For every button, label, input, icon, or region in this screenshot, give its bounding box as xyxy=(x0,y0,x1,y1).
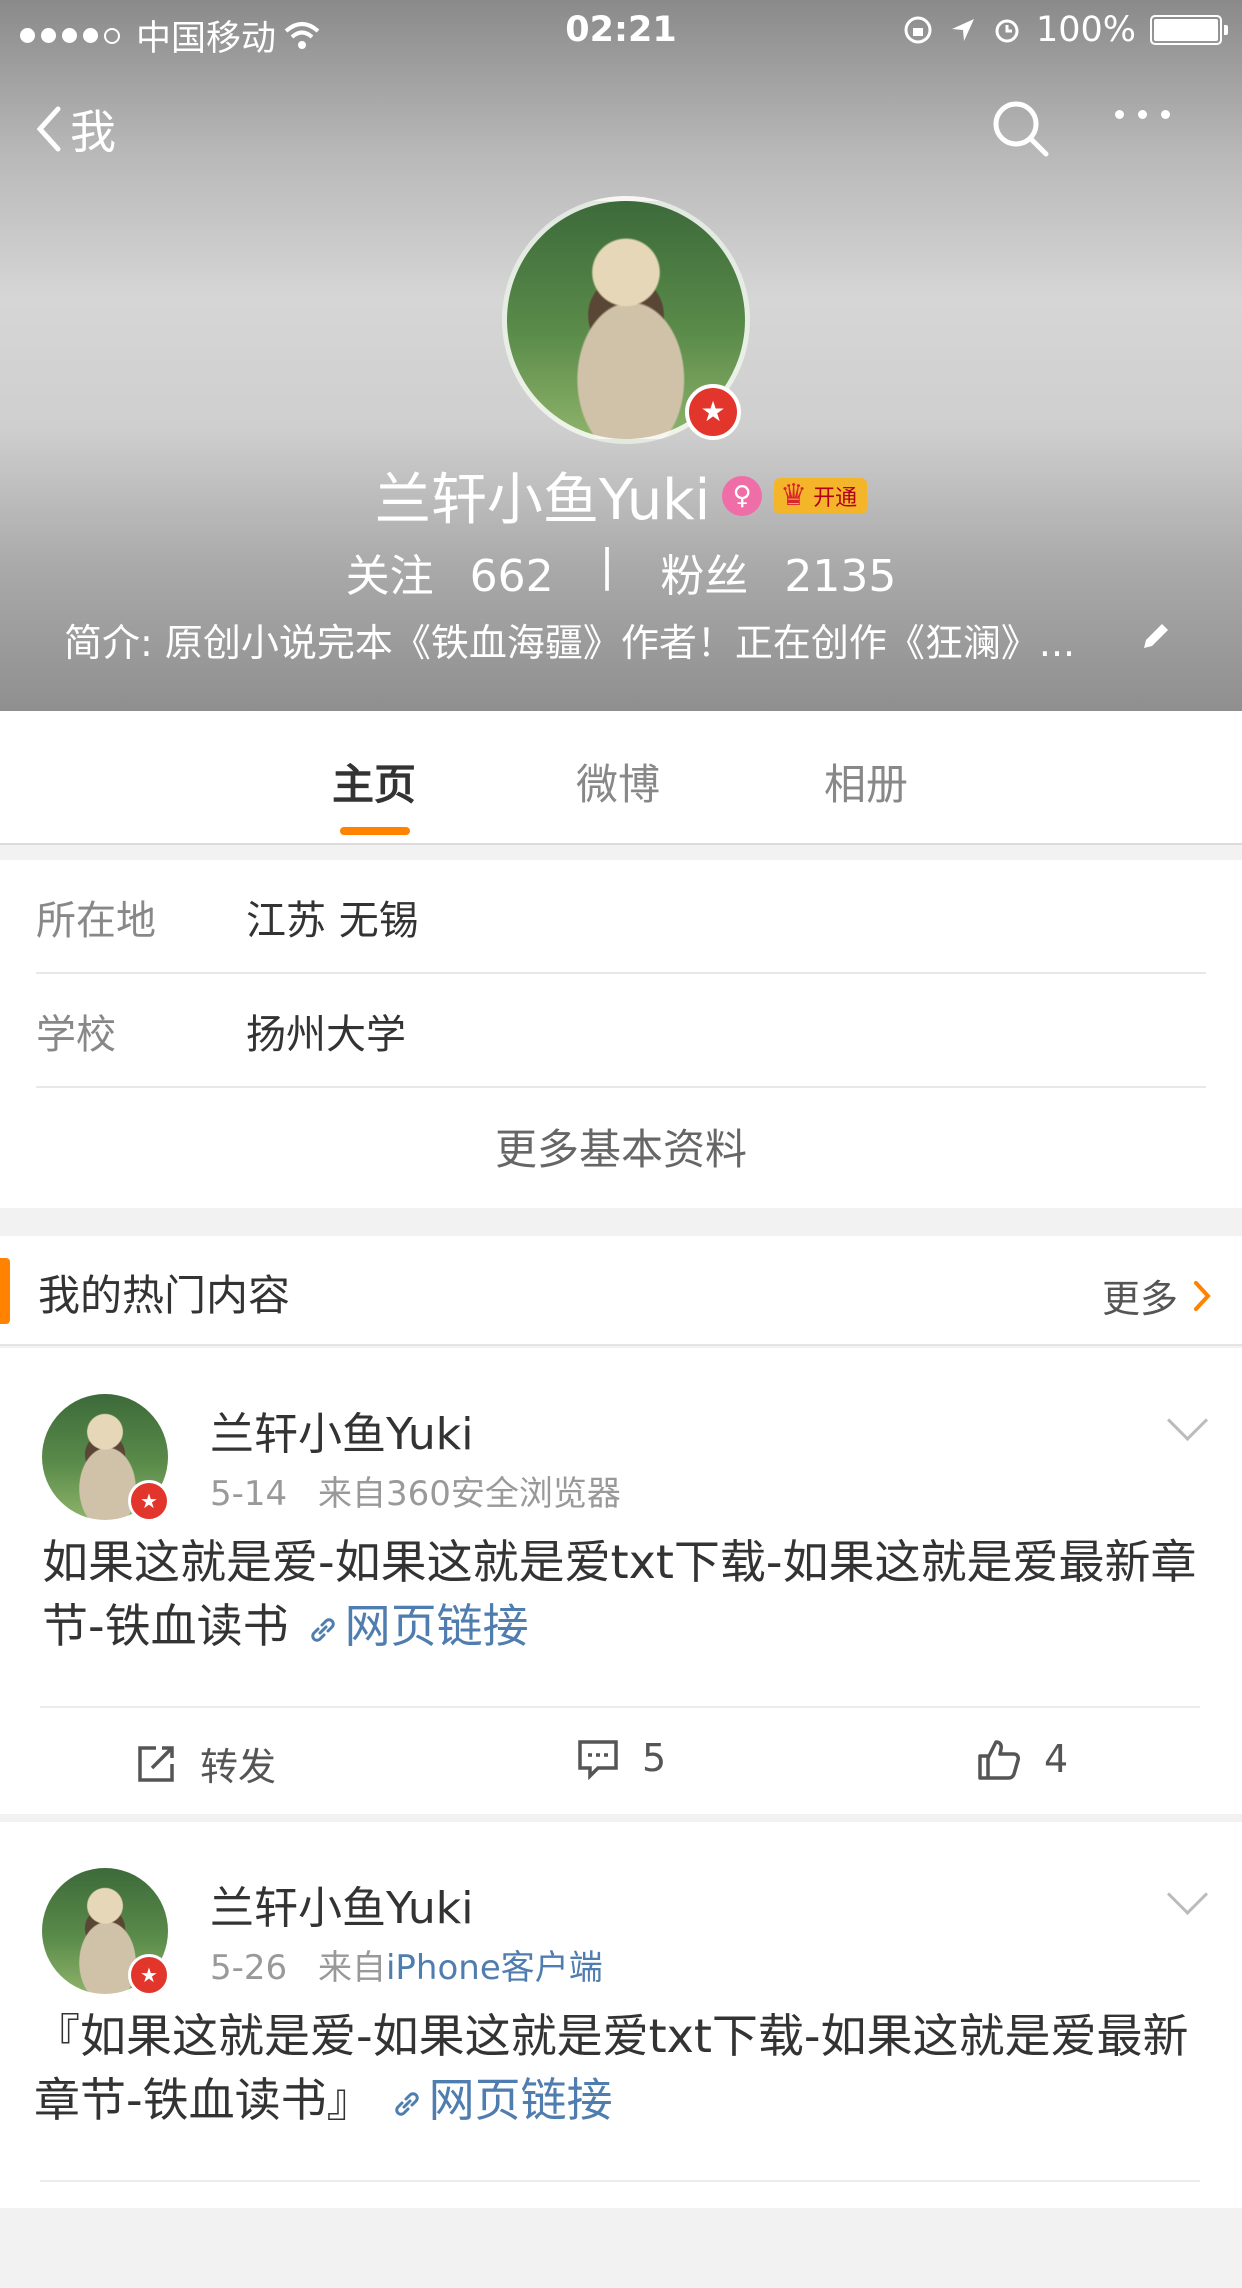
basic-info-card: 所在地 江苏 无锡 学校 扬州大学 更多基本资料 xyxy=(0,860,1242,1208)
profile-name: 兰轩小鱼Yuki xyxy=(374,468,711,533)
more-dot-icon xyxy=(1138,110,1147,119)
post-date: 5-26 xyxy=(210,1948,288,1988)
post-text: 如果这就是爱-如果这就是爱txt下载-如果这就是爱最新章节-铁血读书 网页链接 xyxy=(42,1530,1202,1658)
post-meta: 5-26 来自iPhone客户端 xyxy=(210,1940,603,1989)
post-from-prefix: 来自 xyxy=(317,1948,386,1988)
chevron-right-icon xyxy=(1194,1280,1211,1311)
stats-divider: | xyxy=(599,540,615,591)
verified-badge-icon: ★ xyxy=(128,1954,170,1996)
link-icon xyxy=(310,1618,335,1642)
info-value: 扬州大学 xyxy=(246,1012,406,1058)
verified-badge-icon: ★ xyxy=(685,384,741,440)
follow-stats: 关注 662 | 粉丝 2135 xyxy=(0,540,1242,604)
more-basic-info-link[interactable]: 更多基本资料 xyxy=(0,1116,1242,1177)
like-button[interactable]: 4 xyxy=(976,1736,1068,1782)
post-meta: 5-14 来自360安全浏览器 xyxy=(210,1466,621,1515)
info-key: 学校 xyxy=(36,1012,116,1058)
hot-more-link[interactable]: 更多 xyxy=(1102,1268,1212,1323)
post-from-prefix: 来自 xyxy=(317,1474,386,1514)
post-source: 360安全浏览器 xyxy=(385,1474,621,1514)
rotation-lock-icon xyxy=(904,16,932,44)
hot-more-label: 更多 xyxy=(1101,1277,1178,1321)
info-row-school: 学校 扬州大学 xyxy=(36,974,1206,1088)
weibo-post[interactable]: ★ 兰轩小鱼Yuki 5-26 来自iPhone客户端 『如果这就是爱-如果这就… xyxy=(0,1822,1242,2208)
followers-label: 粉丝 xyxy=(660,551,749,602)
comment-count: 5 xyxy=(642,1736,667,1780)
following-stat[interactable]: 关注 662 xyxy=(346,540,554,604)
followers-stat[interactable]: 粉丝 2135 xyxy=(660,540,896,604)
web-link[interactable]: 网页链接 xyxy=(307,1599,529,1653)
info-key: 所在地 xyxy=(36,898,156,944)
followers-count: 2135 xyxy=(784,551,897,602)
back-label: 我 xyxy=(70,105,116,159)
status-right: 100% xyxy=(902,10,1228,50)
crown-icon: ♛ xyxy=(780,478,808,513)
battery-percent: 100% xyxy=(1035,10,1136,50)
location-arrow-icon xyxy=(951,19,974,41)
post-text: 『如果这就是爱-如果这就是爱txt下载-如果这就是爱最新章节-铁血读书』 网页链接 xyxy=(34,2004,1194,2132)
vip-label: 开通 xyxy=(813,485,858,511)
battery-icon xyxy=(1150,15,1228,45)
more-dot-icon xyxy=(1115,110,1124,119)
active-tab-indicator xyxy=(340,827,410,835)
more-options-button[interactable] xyxy=(1115,110,1170,119)
repost-label: 转发 xyxy=(200,1745,277,1789)
repost-button[interactable]: 转发 xyxy=(134,1736,276,1791)
hot-content-title: 我的热门内容 xyxy=(38,1271,291,1320)
post-body: 如果这就是爱-如果这就是爱txt下载-如果这就是爱最新章节-铁血读书 xyxy=(42,1535,1197,1653)
info-value: 江苏 无锡 xyxy=(246,898,419,944)
status-bar: 中国移动 02:21 100% xyxy=(0,0,1242,62)
web-link-label: 网页链接 xyxy=(344,1599,529,1653)
post-author[interactable]: 兰轩小鱼Yuki xyxy=(210,1872,473,1936)
link-icon xyxy=(394,2092,419,2116)
profile-header: 中国移动 02:21 100% 我 ★ 兰轩小鱼Yuki ♀ ♛ 开通 关注 6… xyxy=(0,0,1242,711)
post-source-link[interactable]: iPhone客户端 xyxy=(386,1948,603,1988)
following-label: 关注 xyxy=(345,551,434,602)
post-actions: 转发 5 4 xyxy=(40,1706,1200,1814)
vip-open-button[interactable]: ♛ 开通 xyxy=(774,477,868,514)
chevron-down-icon[interactable] xyxy=(1166,1399,1209,1442)
chevron-left-icon xyxy=(36,106,61,152)
verified-badge-icon: ★ xyxy=(128,1480,170,1522)
more-dot-icon xyxy=(1161,110,1170,119)
repost-icon xyxy=(138,1745,174,1782)
thumbs-up-icon xyxy=(978,1740,1020,1780)
comment-button[interactable]: 5 xyxy=(576,1736,666,1780)
tab-home[interactable]: 主页 xyxy=(332,751,416,812)
profile-bio: 简介: 原创小说完本《铁血海疆》作者！正在创作《狂澜》... xyxy=(64,621,1076,665)
profile-name-row: 兰轩小鱼Yuki ♀ ♛ 开通 xyxy=(0,455,1242,536)
following-count: 662 xyxy=(469,551,554,602)
tab-album[interactable]: 相册 xyxy=(824,751,908,812)
back-button[interactable]: 我 xyxy=(34,96,116,162)
weibo-post[interactable]: ★ 兰轩小鱼Yuki 5-14 来自360安全浏览器 如果这就是爱-如果这就是爱… xyxy=(0,1348,1242,1814)
tab-weibo[interactable]: 微博 xyxy=(576,751,660,812)
profile-tabs: 主页 微博 相册 xyxy=(0,711,1242,845)
post-date: 5-14 xyxy=(210,1474,288,1514)
hot-content-header: 我的热门内容 更多 xyxy=(0,1236,1242,1346)
post-actions xyxy=(40,2180,1200,2288)
comment-icon xyxy=(578,1740,618,1780)
like-count: 4 xyxy=(1044,1737,1069,1781)
info-row-location: 所在地 江苏 无锡 xyxy=(36,860,1206,974)
web-link-label: 网页链接 xyxy=(428,2073,613,2127)
alarm-icon xyxy=(995,19,1019,43)
chevron-down-icon[interactable] xyxy=(1166,1873,1209,1916)
web-link[interactable]: 网页链接 xyxy=(391,2073,613,2127)
search-icon[interactable] xyxy=(988,96,1052,160)
edit-pencil-icon[interactable] xyxy=(1138,620,1172,654)
post-author[interactable]: 兰轩小鱼Yuki xyxy=(210,1398,473,1462)
section-accent-bar xyxy=(0,1258,10,1324)
female-gender-icon: ♀ xyxy=(722,475,763,516)
